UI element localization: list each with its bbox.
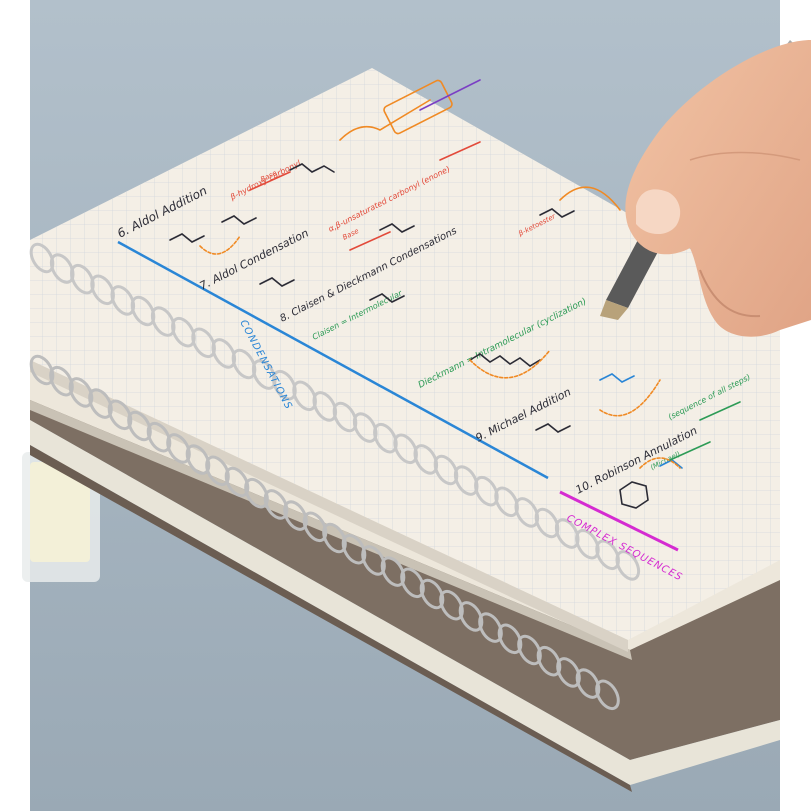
photo-svg: 6. Aldol Addition β-hydroxy carbonyl 7. … xyxy=(22,0,811,811)
notebook-photo: 6. Aldol Addition β-hydroxy carbonyl 7. … xyxy=(0,0,811,811)
